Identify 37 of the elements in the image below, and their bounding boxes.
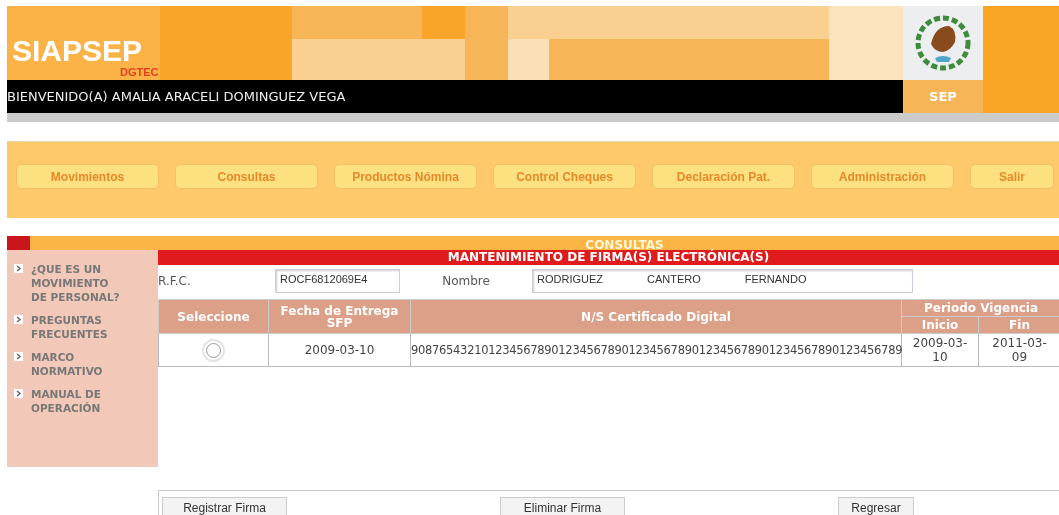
- menu-button[interactable]: Productos Nómina: [334, 164, 477, 189]
- agency-label: SEP: [903, 80, 983, 113]
- arrow-icon: [14, 264, 23, 273]
- column-header: Seleccione: [158, 299, 269, 334]
- sidebar-link[interactable]: ¿QUE ES UN MOVIMIENTO DE PERSONAL?: [7, 262, 158, 313]
- name-field[interactable]: RODRIGUEZ CANTERO FERNANDO: [532, 269, 913, 293]
- column-header: Fecha de Entrega SFP: [268, 299, 411, 334]
- arrow-icon: [14, 352, 23, 361]
- menu-button[interactable]: Consultas: [175, 164, 318, 189]
- sidebar-link[interactable]: MANUAL DE OPERACIÓN: [7, 387, 158, 424]
- arrow-icon: [14, 315, 23, 324]
- welcome-message: BIENVENIDO(A) AMALIA ARACELI DOMINGUEZ VEGA: [7, 80, 903, 113]
- menu-button[interactable]: Administración: [811, 164, 954, 189]
- action-button[interactable]: Registrar Firma: [162, 497, 287, 515]
- rfc-label: R.F.C.: [158, 274, 192, 288]
- table-cell: 9087654321012345678901234567890123456789012345678901234567890123456789: [410, 333, 902, 367]
- sidebar-link[interactable]: PREGUNTAS FRECUENTES: [7, 313, 158, 350]
- logo-subtitle: DGTEC: [120, 66, 159, 78]
- menu-button[interactable]: Salir: [970, 164, 1054, 189]
- name-label: Nombre: [441, 274, 491, 288]
- arrow-icon: [14, 389, 23, 398]
- menu-button[interactable]: Control Cheques: [493, 164, 636, 189]
- table-cell: 2009-03-10: [268, 333, 411, 367]
- column-header: N/S Certificado Digital: [410, 299, 902, 334]
- column-group-header: Periodo Vigencia: [901, 299, 1059, 317]
- site-logo: SIAPSEP: [12, 36, 144, 66]
- section-title: CONSULTAS: [584, 237, 664, 250]
- section-marker: [7, 236, 30, 250]
- action-button[interactable]: Eliminar Firma: [500, 497, 625, 515]
- menu-button[interactable]: Declaración Pat.: [652, 164, 795, 189]
- emblem-icon: [915, 14, 971, 72]
- sidebar-link[interactable]: MARCO NORMATIVO: [7, 350, 158, 387]
- rfc-field[interactable]: ROCF6812069E4: [275, 269, 400, 293]
- action-button[interactable]: Regresar: [838, 497, 914, 515]
- menu-button[interactable]: Movimientos: [16, 164, 159, 189]
- panel-title: MANTENIMIENTO DE FIRMA(S) ELECTRÓNICA(S): [158, 250, 1059, 265]
- table-cell: 2009-03-10: [901, 333, 979, 367]
